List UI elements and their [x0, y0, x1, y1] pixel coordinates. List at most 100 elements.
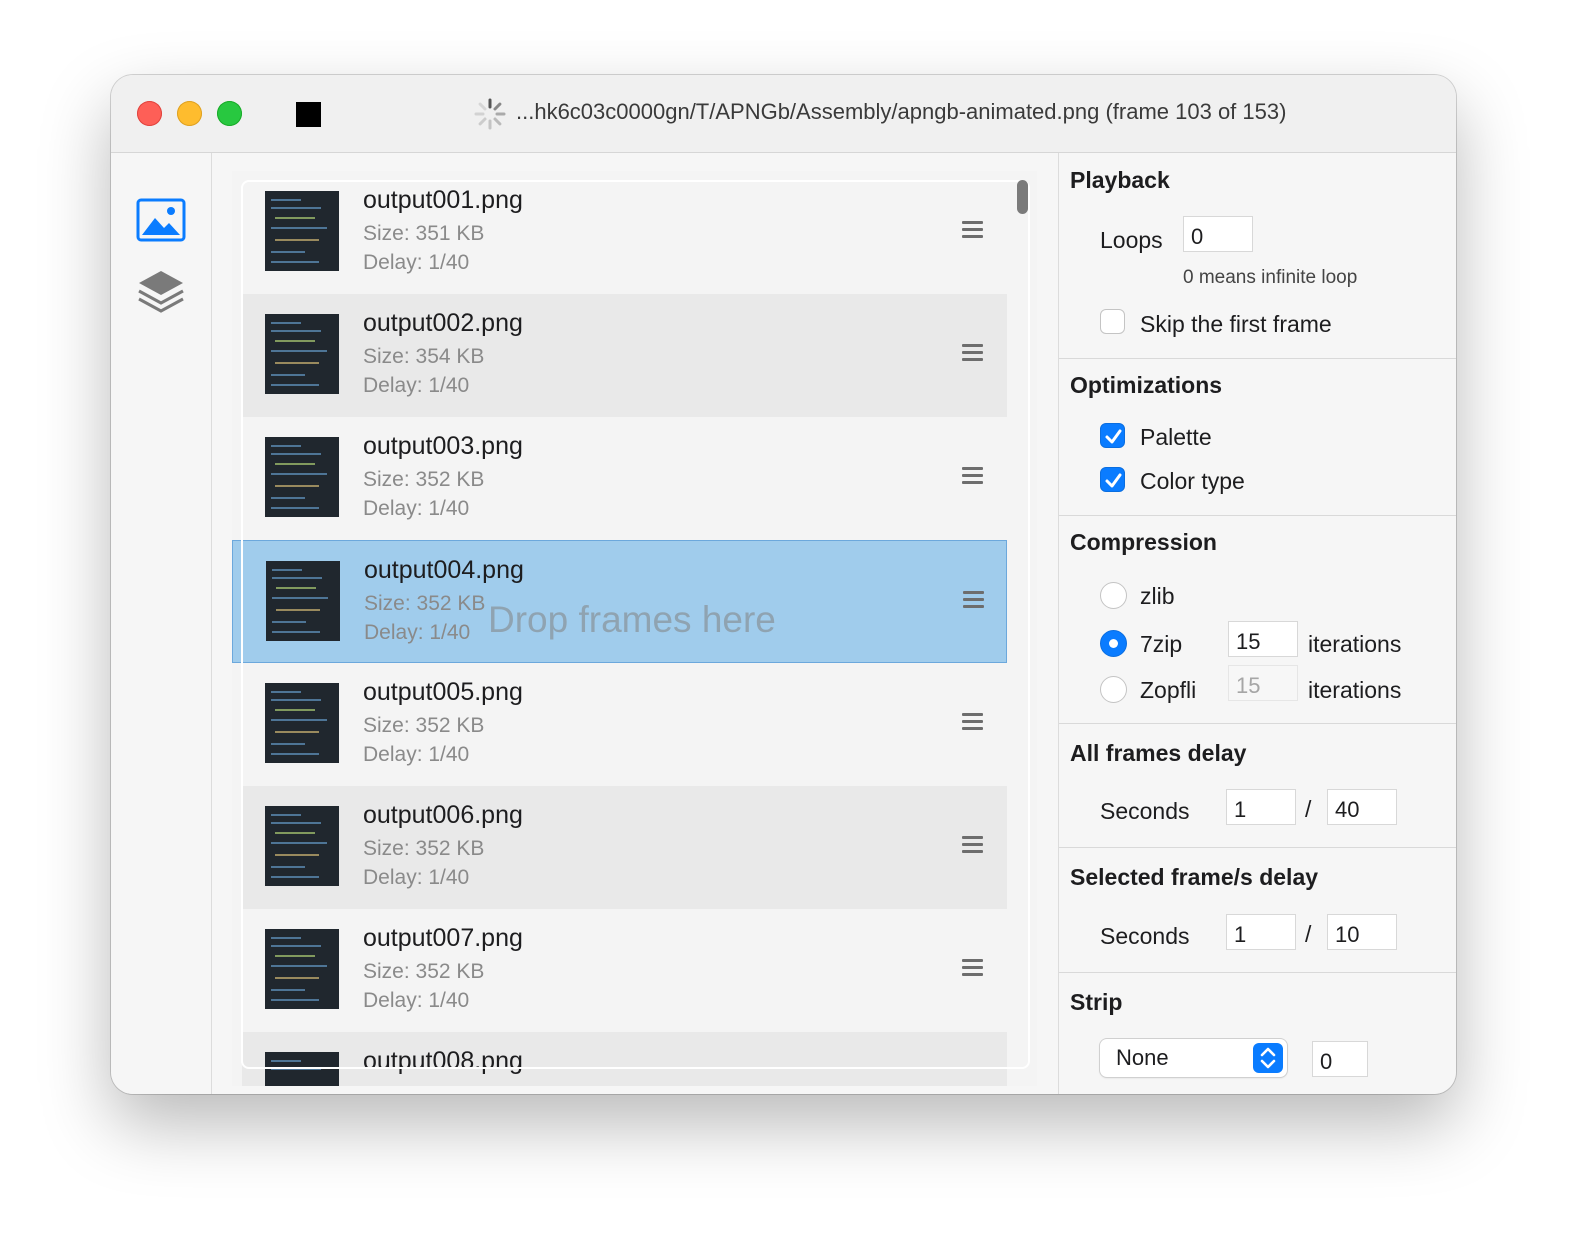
all-frames-delay-denominator[interactable]: 40: [1327, 789, 1397, 825]
zopfli-label: Zopfli: [1140, 677, 1197, 703]
frame-delay: Delay: 1/40: [363, 374, 470, 397]
frame-size: Size: 351 KB: [363, 222, 485, 245]
compression-title: Compression: [1070, 529, 1217, 555]
frame-thumbnail: [265, 191, 339, 271]
skip-first-frame-checkbox[interactable]: [1100, 309, 1125, 334]
loops-field[interactable]: 0: [1183, 216, 1253, 252]
strip-value-field[interactable]: 0: [1312, 1041, 1368, 1077]
frame-delay: Delay: 1/40: [363, 989, 470, 1012]
optimizations-title: Optimizations: [1070, 372, 1223, 398]
selected-frames-seconds-label: Seconds: [1100, 923, 1190, 949]
sidebar: [111, 153, 212, 1094]
palette-label: Palette: [1140, 424, 1212, 450]
playback-title: Playback: [1070, 167, 1170, 193]
loops-hint: 0 means infinite loop: [1183, 267, 1358, 288]
strip-section: Strip None 0: [1059, 973, 1456, 1094]
strip-title: Strip: [1070, 989, 1123, 1015]
all-frames-delay-separator: /: [1305, 796, 1312, 822]
color-type-checkbox[interactable]: [1100, 467, 1125, 492]
strip-popup-button[interactable]: None: [1100, 1039, 1287, 1077]
frame-row-6[interactable]: output006.png Size: 352 KB Delay: 1/40: [242, 786, 1007, 909]
frame-list-area: output001.png Size: 351 KB Delay: 1/40 o…: [212, 153, 1058, 1094]
frame-thumbnail: [265, 683, 339, 763]
zopfli-iterations-field: 15: [1228, 665, 1298, 701]
all-frames-seconds-label: Seconds: [1100, 798, 1190, 824]
minimize-window-button[interactable]: [177, 101, 202, 126]
frame-row-1[interactable]: output001.png Size: 351 KB Delay: 1/40: [242, 171, 1007, 294]
chevron-up-down-icon: [1253, 1043, 1283, 1073]
layers-icon[interactable]: [136, 268, 186, 314]
image-icon[interactable]: [136, 198, 186, 244]
zlib-label: zlib: [1140, 583, 1175, 609]
drag-handle-icon[interactable]: [962, 959, 984, 977]
drag-handle-icon[interactable]: [962, 344, 984, 362]
frame-thumbnail: [265, 806, 339, 886]
frame-thumbnail: [266, 561, 340, 641]
frame-row-2[interactable]: output002.png Size: 354 KB Delay: 1/40: [242, 294, 1007, 417]
zlib-radio[interactable]: [1100, 582, 1127, 609]
frame-thumbnail: [265, 437, 339, 517]
frame-row-5[interactable]: output005.png Size: 352 KB Delay: 1/40: [242, 663, 1007, 786]
drag-handle-icon[interactable]: [962, 713, 984, 731]
all-frames-delay-section: All frames delay Seconds 1 / 40: [1059, 724, 1456, 848]
frame-delay: Delay: 1/40: [363, 497, 470, 520]
frame-list[interactable]: output001.png Size: 351 KB Delay: 1/40 o…: [232, 171, 1037, 1086]
color-type-label: Color type: [1140, 468, 1245, 494]
frame-delay: Delay: 1/40: [363, 251, 470, 274]
zopfli-radio[interactable]: [1100, 676, 1127, 703]
compression-section: Compression zlib 7zip 15 iterations Zopf…: [1059, 516, 1456, 724]
frame-name: output008.png: [363, 1047, 523, 1075]
palette-checkbox[interactable]: [1100, 423, 1125, 448]
all-frames-delay-numerator[interactable]: 1: [1226, 789, 1296, 825]
selected-frames-delay-separator: /: [1305, 921, 1312, 947]
frame-row-8[interactable]: output008.png: [242, 1032, 1007, 1086]
frame-delay: Delay: 1/40: [364, 621, 471, 644]
7zip-radio[interactable]: [1100, 630, 1127, 657]
drag-handle-icon[interactable]: [962, 467, 984, 485]
drag-handle-icon[interactable]: [962, 836, 984, 854]
drag-handle-icon[interactable]: [963, 591, 985, 609]
7zip-iterations-field[interactable]: 15: [1228, 621, 1298, 657]
7zip-iterations-label: iterations: [1308, 631, 1402, 657]
selected-frames-delay-denominator[interactable]: 10: [1327, 914, 1397, 950]
zoom-window-button[interactable]: [217, 101, 242, 126]
frame-name: output003.png: [363, 432, 523, 460]
frame-row-4[interactable]: output004.png Size: 352 KB Delay: 1/40: [232, 540, 1007, 663]
frame-row-3[interactable]: output003.png Size: 352 KB Delay: 1/40: [242, 417, 1007, 540]
drag-handle-icon[interactable]: [962, 221, 984, 239]
frame-delay: Delay: 1/40: [363, 866, 470, 889]
progress-spinner-icon: [474, 98, 506, 130]
frame-thumbnail: [265, 314, 339, 394]
7zip-label: 7zip: [1140, 631, 1183, 657]
playback-section: Playback Loops 0 0 means infinite loop S…: [1059, 153, 1456, 359]
frame-size: Size: 352 KB: [364, 592, 486, 615]
stop-icon[interactable]: [296, 102, 321, 127]
frame-name: output005.png: [363, 678, 523, 706]
scrollbar-thumb[interactable]: [1017, 180, 1028, 214]
frame-size: Size: 352 KB: [363, 714, 485, 737]
title-bar: ...hk6c03c0000gn/T/APNGb/Assembly/apngb-…: [111, 75, 1456, 153]
frame-size: Size: 352 KB: [363, 837, 485, 860]
frame-name: output001.png: [363, 186, 523, 214]
frame-size: Size: 352 KB: [363, 468, 485, 491]
inspector-panel: Playback Loops 0 0 means infinite loop S…: [1058, 153, 1456, 1094]
frame-name: output006.png: [363, 801, 523, 829]
frame-name: output002.png: [363, 309, 523, 337]
frame-thumbnail: [265, 1052, 339, 1086]
close-window-button[interactable]: [137, 101, 162, 126]
strip-popup-label: None: [1116, 1045, 1169, 1070]
frame-size: Size: 354 KB: [363, 345, 485, 368]
app-window: ...hk6c03c0000gn/T/APNGb/Assembly/apngb-…: [111, 75, 1456, 1094]
frame-name: output007.png: [363, 924, 523, 952]
selected-frames-delay-numerator[interactable]: 1: [1226, 914, 1296, 950]
frame-size: Size: 352 KB: [363, 960, 485, 983]
frame-name: output004.png: [364, 556, 524, 584]
frame-row-7[interactable]: output007.png Size: 352 KB Delay: 1/40: [242, 909, 1007, 1032]
optimizations-section: Optimizations Palette Color type: [1059, 359, 1456, 516]
zopfli-iterations-label: iterations: [1308, 677, 1402, 703]
selected-frames-delay-section: Selected frame/s delay Seconds 1 / 10: [1059, 848, 1456, 973]
window-title: ...hk6c03c0000gn/T/APNGb/Assembly/apngb-…: [516, 99, 1287, 124]
all-frames-delay-title: All frames delay: [1070, 740, 1247, 766]
selected-frames-delay-title: Selected frame/s delay: [1070, 864, 1319, 890]
skip-first-frame-label: Skip the first frame: [1140, 311, 1332, 337]
